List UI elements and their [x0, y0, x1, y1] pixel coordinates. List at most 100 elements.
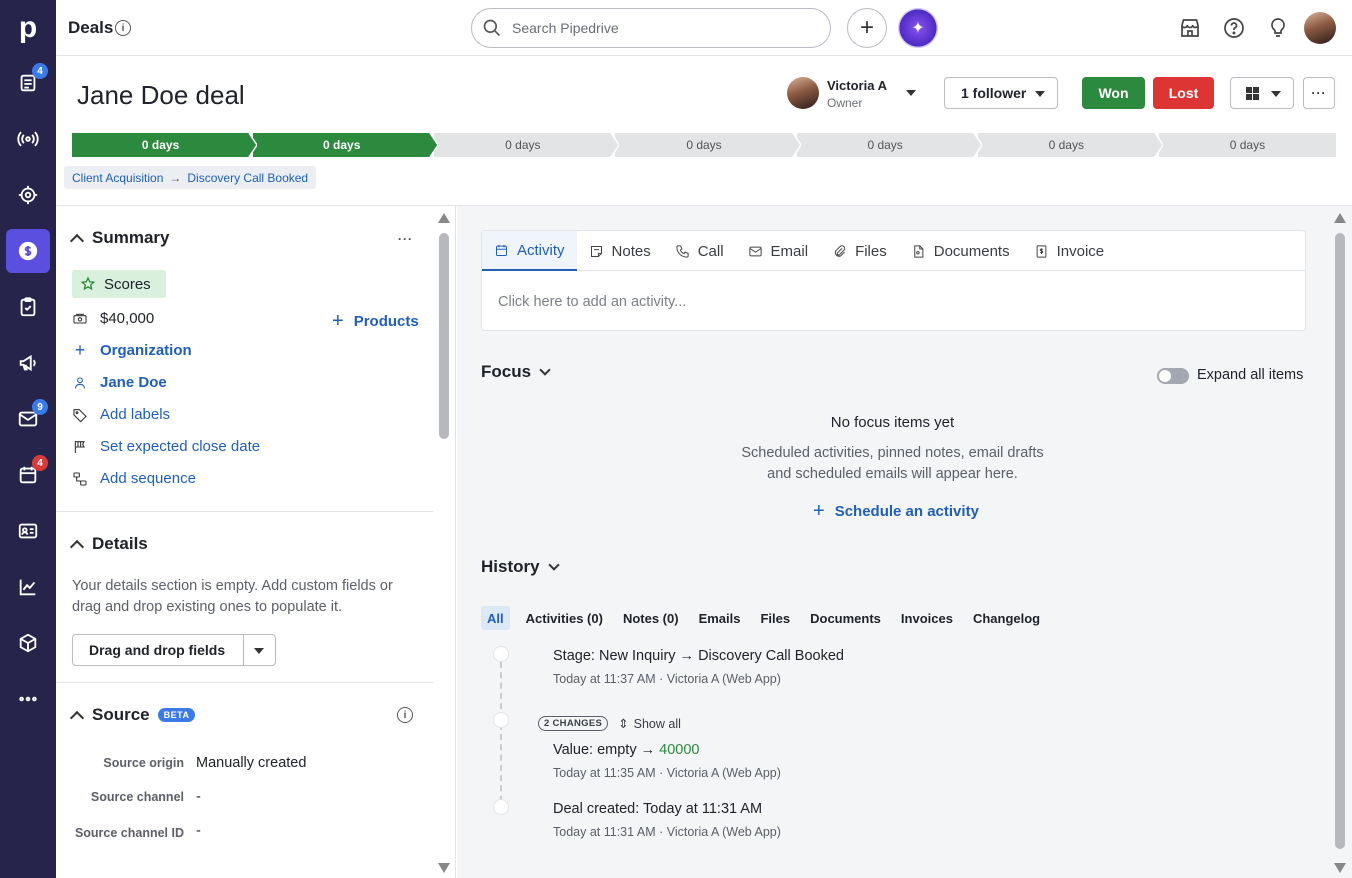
left-scrollbar[interactable] — [437, 213, 451, 873]
history-tab-emails[interactable]: Emails — [689, 606, 751, 630]
pipeline-stage[interactable]: 0 days — [1158, 133, 1336, 157]
pipedrive-logo[interactable]: p — [0, 0, 56, 56]
info-icon[interactable]: i — [397, 707, 413, 723]
history-item-meta: Today at 11:35 AM · Victoria A (Web App) — [553, 766, 781, 780]
help-button[interactable] — [1222, 16, 1246, 40]
marketplace-button[interactable] — [1178, 16, 1202, 40]
pipeline-stage[interactable]: 0 days — [796, 133, 982, 157]
chevron-up-icon — [69, 710, 85, 725]
user-avatar[interactable] — [1304, 12, 1336, 44]
nav-leads[interactable] — [6, 117, 50, 161]
tab-invoice[interactable]: Invoice — [1022, 231, 1117, 271]
search-input[interactable]: Search Pipedrive — [471, 8, 831, 48]
tab-documents[interactable]: Documents — [899, 231, 1022, 271]
scores-badge[interactable]: Scores — [72, 270, 166, 298]
nav-calendar[interactable]: 4 — [6, 453, 50, 497]
tab-email[interactable]: Email — [736, 231, 821, 271]
tips-button[interactable] — [1266, 16, 1290, 40]
more-actions-button[interactable]: ··· — [1303, 77, 1335, 109]
pipeline-stage[interactable]: 0 days — [615, 133, 801, 157]
nav-deals-list[interactable]: 4 — [6, 61, 50, 105]
history-heading: History — [481, 557, 540, 576]
summary-header[interactable]: Summary — [69, 228, 169, 248]
chevron-down-icon[interactable] — [254, 648, 264, 654]
pipeline-stage[interactable]: 0 days — [253, 133, 439, 157]
divider — [56, 682, 433, 683]
chevron-down-icon — [547, 559, 560, 571]
breadcrumb-pipeline[interactable]: Client Acquisition — [72, 171, 163, 185]
history-tab-activities[interactable]: Activities (0) — [516, 606, 613, 630]
scrollbar-thumb[interactable] — [1335, 233, 1345, 849]
scrollbar-thumb[interactable] — [439, 233, 449, 439]
beta-badge: BETA — [157, 708, 196, 722]
ai-assistant-button[interactable]: ✦ — [898, 8, 938, 48]
nav-campaigns[interactable] — [6, 341, 50, 385]
history-tab-changelog[interactable]: Changelog — [963, 606, 1050, 630]
nav-deals[interactable] — [6, 229, 50, 273]
history-tab-files[interactable]: Files — [750, 606, 800, 630]
add-activity-input[interactable]: Click here to add an activity... — [498, 294, 686, 310]
nav-products[interactable] — [6, 621, 50, 665]
toggle-knob — [1159, 370, 1171, 382]
focus-header[interactable]: Focus — [481, 362, 551, 382]
stage-days: 0 days — [141, 138, 180, 152]
no-focus-title: No focus items yet — [830, 414, 955, 431]
chevron-up-icon — [69, 233, 85, 248]
won-button[interactable]: Won — [1082, 77, 1145, 109]
schedule-activity-button[interactable]: + Schedule an activity — [813, 500, 979, 523]
nav-more[interactable] — [6, 677, 50, 721]
tab-activity[interactable]: Activity — [482, 231, 577, 271]
history-header[interactable]: History — [481, 557, 560, 577]
nav-contacts[interactable] — [6, 509, 50, 553]
deal-value-row[interactable]: $40,000 — [72, 310, 154, 327]
lost-button[interactable]: Lost — [1153, 77, 1214, 109]
history-item-value: Value: empty → 40000 — [553, 742, 700, 758]
info-icon[interactable]: i — [115, 20, 131, 36]
show-all-label: Show all — [633, 716, 681, 731]
scroll-down-icon[interactable] — [438, 863, 450, 873]
person-link[interactable]: Jane Doe — [72, 374, 167, 391]
source-header[interactable]: Source BETA — [69, 705, 196, 725]
add-products-button[interactable]: + Products — [332, 310, 419, 333]
view-switch-button[interactable] — [1230, 77, 1294, 109]
close-date-label: Set expected close date — [100, 438, 261, 455]
history-tab-invoices[interactable]: Invoices — [891, 606, 963, 630]
pipeline-stage[interactable]: 0 days — [434, 133, 620, 157]
tab-files[interactable]: Files — [820, 231, 899, 271]
add-organization-button[interactable]: + Organization — [72, 340, 192, 360]
pipeline-stage[interactable]: 0 days — [72, 133, 258, 157]
scroll-up-icon[interactable] — [1334, 213, 1346, 223]
nav-insights[interactable] — [6, 565, 50, 609]
tab-call[interactable]: Call — [663, 231, 736, 271]
chevron-down-icon[interactable] — [906, 90, 916, 96]
source-channel-id-value: - — [196, 823, 201, 839]
history-tab-documents[interactable]: Documents — [800, 606, 891, 630]
history-tab-all[interactable]: All — [481, 606, 510, 630]
nav-mail[interactable]: 9 — [6, 397, 50, 441]
quick-add-button[interactable]: + — [847, 8, 887, 48]
follower-button[interactable]: 1 follower — [944, 77, 1058, 109]
scroll-down-icon[interactable] — [1334, 863, 1346, 873]
breadcrumb-stage[interactable]: Discovery Call Booked — [187, 171, 308, 185]
drag-drop-fields-button[interactable]: Drag and drop fields — [72, 634, 276, 666]
details-header[interactable]: Details — [69, 534, 148, 554]
scroll-up-icon[interactable] — [438, 213, 450, 223]
owner-name[interactable]: Victoria A — [827, 78, 887, 93]
history-tab-notes[interactable]: Notes (0) — [613, 606, 689, 630]
changes-badge: 2 CHANGES — [538, 716, 609, 731]
show-all-button[interactable]: ⇕ Show all — [618, 716, 681, 732]
add-sequence-button[interactable]: Add sequence — [72, 470, 196, 487]
person-name: Jane Doe — [100, 374, 167, 391]
summary-more-button[interactable]: ··· — [398, 232, 413, 246]
expand-all-toggle[interactable] — [1157, 368, 1189, 384]
nav-activities[interactable] — [6, 285, 50, 329]
tab-label: Documents — [933, 242, 1010, 260]
schedule-label: Schedule an activity — [834, 503, 979, 520]
tab-notes[interactable]: Notes — [577, 231, 663, 271]
pipeline-stage[interactable]: 0 days — [977, 133, 1163, 157]
deal-title[interactable]: Jane Doe deal — [77, 80, 245, 111]
set-close-date-button[interactable]: Set expected close date — [72, 438, 260, 455]
add-labels-button[interactable]: Add labels — [72, 406, 170, 423]
right-scrollbar[interactable] — [1333, 213, 1347, 873]
nav-goals[interactable] — [6, 173, 50, 217]
